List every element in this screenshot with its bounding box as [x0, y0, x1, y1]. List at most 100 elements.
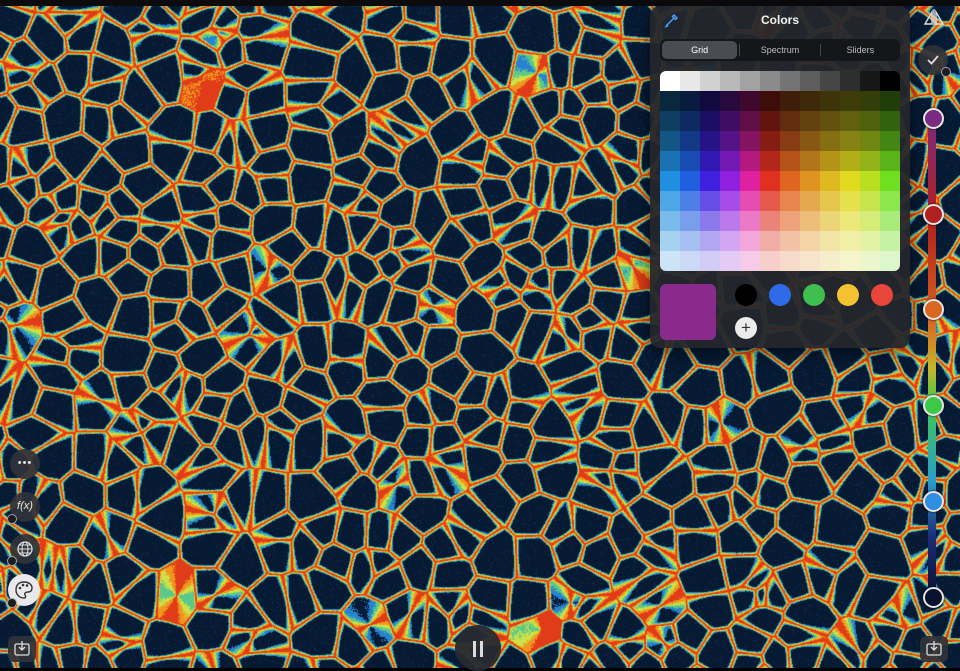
gradient-stop[interactable] — [923, 395, 944, 416]
export-button[interactable] — [920, 636, 948, 662]
color-grid-cell[interactable] — [780, 231, 800, 251]
color-grid-cell[interactable] — [680, 191, 700, 211]
color-grid-cell[interactable] — [740, 231, 760, 251]
color-grid-cell[interactable] — [760, 171, 780, 191]
color-grid-cell[interactable] — [680, 71, 700, 91]
color-grid-cell[interactable] — [680, 231, 700, 251]
color-grid-cell[interactable] — [800, 91, 820, 111]
color-grid-cell[interactable] — [760, 231, 780, 251]
color-grid-cell[interactable] — [860, 171, 880, 191]
color-grid-cell[interactable] — [660, 111, 680, 131]
color-grid-cell[interactable] — [840, 171, 860, 191]
color-grid-cell[interactable] — [680, 111, 700, 131]
color-grid-cell[interactable] — [840, 211, 860, 231]
color-grid-cell[interactable] — [820, 211, 840, 231]
color-grid-cell[interactable] — [880, 91, 900, 111]
color-grid-cell[interactable] — [780, 171, 800, 191]
color-grid-cell[interactable] — [680, 91, 700, 111]
color-grid-cell[interactable] — [700, 231, 720, 251]
color-grid-cell[interactable] — [760, 191, 780, 211]
color-grid-cell[interactable] — [880, 231, 900, 251]
color-grid-cell[interactable] — [840, 91, 860, 111]
color-grid-cell[interactable] — [720, 71, 740, 91]
color-grid-cell[interactable] — [680, 211, 700, 231]
color-grid-cell[interactable] — [680, 171, 700, 191]
color-grid-cell[interactable] — [720, 131, 740, 151]
color-grid-cell[interactable] — [820, 71, 840, 91]
color-grid-cell[interactable] — [860, 191, 880, 211]
color-grid-cell[interactable] — [840, 251, 860, 271]
color-grid-cell[interactable] — [720, 211, 740, 231]
color-grid-cell[interactable] — [780, 151, 800, 171]
color-grid-cell[interactable] — [660, 171, 680, 191]
color-grid-cell[interactable] — [880, 191, 900, 211]
color-grid-cell[interactable] — [840, 71, 860, 91]
color-grid-cell[interactable] — [800, 171, 820, 191]
color-grid-cell[interactable] — [760, 251, 780, 271]
color-grid-cell[interactable] — [880, 171, 900, 191]
color-grid-cell[interactable] — [780, 91, 800, 111]
color-grid-cell[interactable] — [840, 191, 860, 211]
more-button[interactable]: ••• — [10, 449, 40, 479]
color-grid-cell[interactable] — [780, 251, 800, 271]
color-grid-cell[interactable] — [840, 131, 860, 151]
color-grid-cell[interactable] — [780, 71, 800, 91]
color-grid-cell[interactable] — [780, 191, 800, 211]
color-grid-cell[interactable] — [860, 71, 880, 91]
color-grid-cell[interactable] — [800, 211, 820, 231]
color-grid-cell[interactable] — [780, 131, 800, 151]
color-grid-cell[interactable] — [780, 211, 800, 231]
color-grid-cell[interactable] — [820, 191, 840, 211]
color-grid-cell[interactable] — [880, 111, 900, 131]
color-grid-cell[interactable] — [820, 151, 840, 171]
pause-button[interactable] — [455, 625, 501, 671]
color-grid-cell[interactable] — [660, 211, 680, 231]
color-grid-cell[interactable] — [800, 151, 820, 171]
color-grid-cell[interactable] — [700, 71, 720, 91]
color-grid-cell[interactable] — [740, 151, 760, 171]
color-grid-cell[interactable] — [760, 131, 780, 151]
color-grid-cell[interactable] — [680, 131, 700, 151]
color-grid-cell[interactable] — [720, 231, 740, 251]
color-grid-cell[interactable] — [820, 91, 840, 111]
color-grid-cell[interactable] — [840, 231, 860, 251]
color-grid-cell[interactable] — [740, 91, 760, 111]
color-grid-cell[interactable] — [760, 111, 780, 131]
color-grid-cell[interactable] — [880, 151, 900, 171]
color-grid-cell[interactable] — [860, 211, 880, 231]
color-grid-cell[interactable] — [880, 211, 900, 231]
color-grid-cell[interactable] — [660, 231, 680, 251]
color-grid-cell[interactable] — [700, 171, 720, 191]
color-grid-cell[interactable] — [700, 191, 720, 211]
gradient-stop[interactable] — [923, 204, 944, 225]
color-grid-cell[interactable] — [720, 171, 740, 191]
saved-color-black[interactable] — [735, 284, 757, 306]
saved-color-blue[interactable] — [769, 284, 791, 306]
color-grid-cell[interactable] — [740, 251, 760, 271]
color-grid-cell[interactable] — [680, 151, 700, 171]
color-grid-cell[interactable] — [840, 111, 860, 131]
color-grid-cell[interactable] — [860, 91, 880, 111]
color-grid-cell[interactable] — [820, 231, 840, 251]
color-grid-cell[interactable] — [720, 91, 740, 111]
color-grid-cell[interactable] — [800, 71, 820, 91]
import-button[interactable] — [8, 636, 36, 662]
color-grid-cell[interactable] — [700, 111, 720, 131]
color-grid-cell[interactable] — [740, 171, 760, 191]
color-grid-cell[interactable] — [860, 111, 880, 131]
color-grid-cell[interactable] — [760, 71, 780, 91]
color-grid-cell[interactable] — [800, 191, 820, 211]
color-grid-cell[interactable] — [760, 91, 780, 111]
color-grid-cell[interactable] — [660, 151, 680, 171]
color-grid-cell[interactable] — [700, 251, 720, 271]
color-grid-cell[interactable] — [820, 251, 840, 271]
color-grid-cell[interactable] — [720, 251, 740, 271]
saved-color-red[interactable] — [871, 284, 893, 306]
color-grid-cell[interactable] — [840, 151, 860, 171]
color-grid-cell[interactable] — [700, 91, 720, 111]
color-grid-cell[interactable] — [820, 111, 840, 131]
color-grid-cell[interactable] — [740, 131, 760, 151]
current-color-swatch[interactable] — [660, 284, 716, 340]
color-grid-cell[interactable] — [700, 131, 720, 151]
color-grid-cell[interactable] — [700, 211, 720, 231]
